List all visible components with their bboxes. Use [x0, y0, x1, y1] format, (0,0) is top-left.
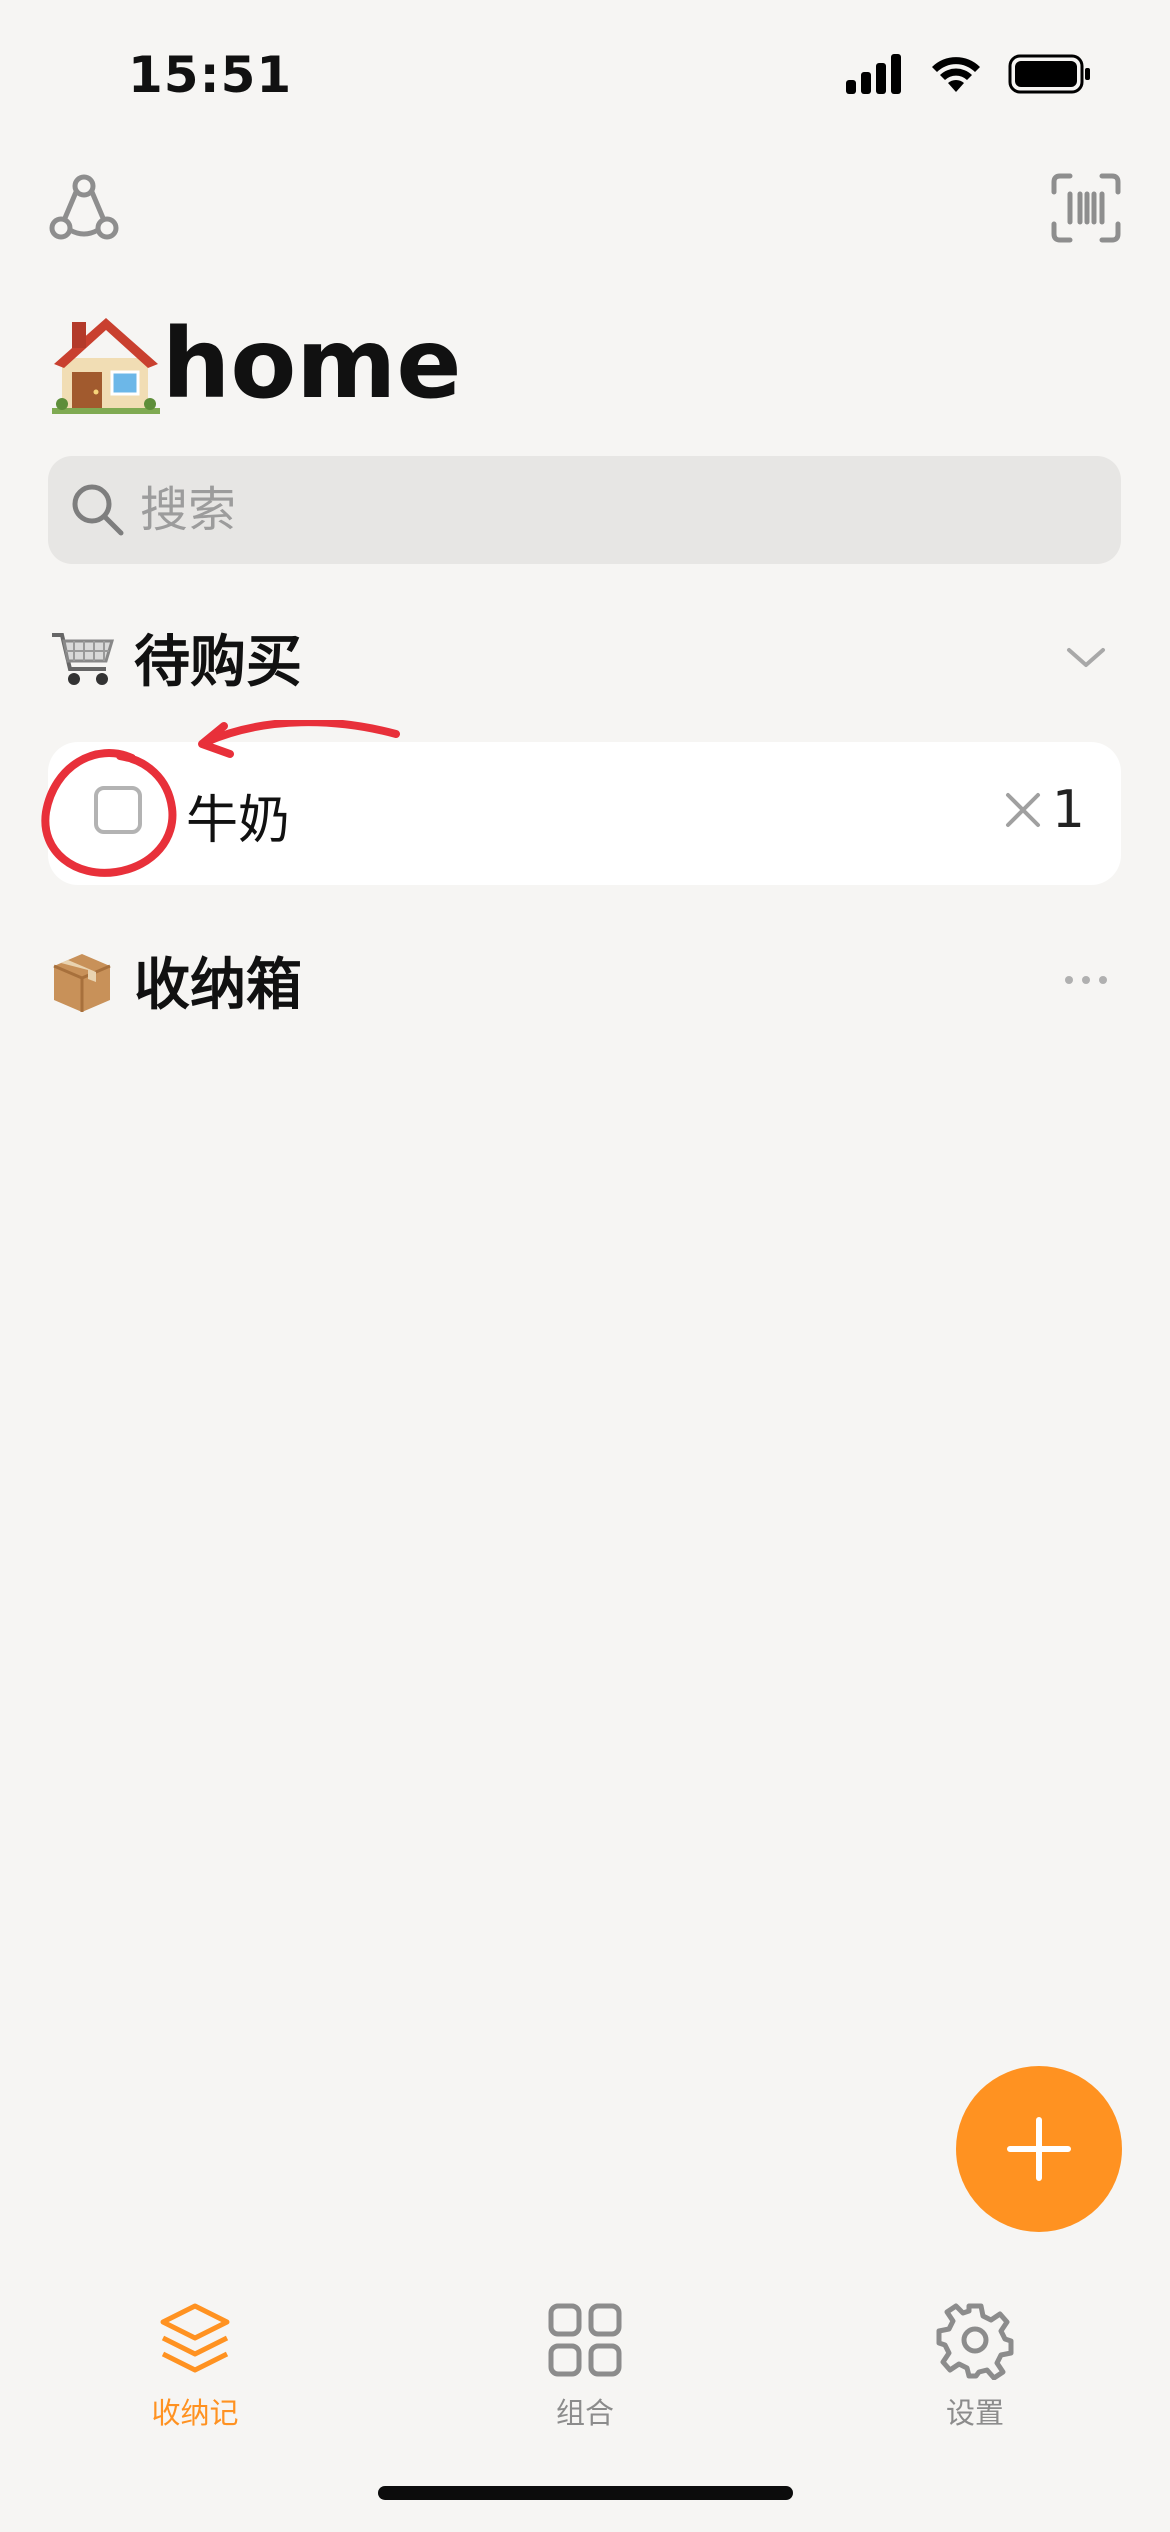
stack-icon — [160, 2303, 230, 2373]
section-header-storage[interactable]: 收纳箱 — [48, 935, 1121, 1025]
shopping-cart-emoji-icon — [52, 633, 115, 685]
search-bar[interactable] — [48, 456, 1121, 564]
add-button[interactable] — [956, 2066, 1122, 2232]
item-label: 牛奶 — [186, 791, 291, 851]
search-input[interactable] — [138, 481, 1042, 539]
section-label-to-buy: 待购买 — [134, 629, 302, 695]
tab-label-combinations: 组合 — [555, 2396, 614, 2430]
item-quantity: 1 — [1004, 780, 1085, 840]
battery-icon — [1008, 54, 1090, 94]
tab-label-storage-notes: 收纳记 — [151, 2396, 239, 2430]
section-header-to-buy[interactable]: 待购买 — [48, 612, 1121, 702]
section-label-storage: 收纳箱 — [134, 952, 302, 1018]
wifi-icon — [932, 57, 980, 92]
cellular-signal-icon — [846, 54, 901, 94]
house-emoji-icon — [52, 318, 160, 414]
more-options-icon[interactable] — [1061, 955, 1111, 1005]
chevron-down-icon[interactable] — [1061, 632, 1111, 682]
item-quantity-value: 1 — [1051, 780, 1085, 840]
home-indicator[interactable] — [378, 2486, 793, 2500]
grid-icon — [548, 2303, 622, 2377]
list-item[interactable]: 牛奶 1 — [48, 742, 1121, 885]
search-icon — [72, 484, 124, 536]
page-title: home — [52, 312, 461, 416]
package-emoji-icon — [53, 954, 111, 1012]
item-checkbox[interactable] — [94, 786, 142, 834]
status-icons — [846, 54, 1092, 94]
share-nodes-icon[interactable] — [48, 172, 120, 244]
plus-icon — [1007, 2117, 1071, 2181]
tab-label-settings: 设置 — [945, 2396, 1004, 2430]
status-time: 15:51 — [128, 46, 293, 104]
barcode-scan-icon[interactable] — [1050, 172, 1122, 244]
tab-settings[interactable]: 设置 — [865, 2300, 1085, 2432]
multiply-icon — [1005, 793, 1040, 827]
tab-storage-notes[interactable]: 收纳记 — [85, 2300, 305, 2432]
gear-icon — [936, 2303, 1014, 2380]
tab-combinations[interactable]: 组合 — [475, 2300, 695, 2432]
page-title-text: home — [162, 308, 462, 420]
